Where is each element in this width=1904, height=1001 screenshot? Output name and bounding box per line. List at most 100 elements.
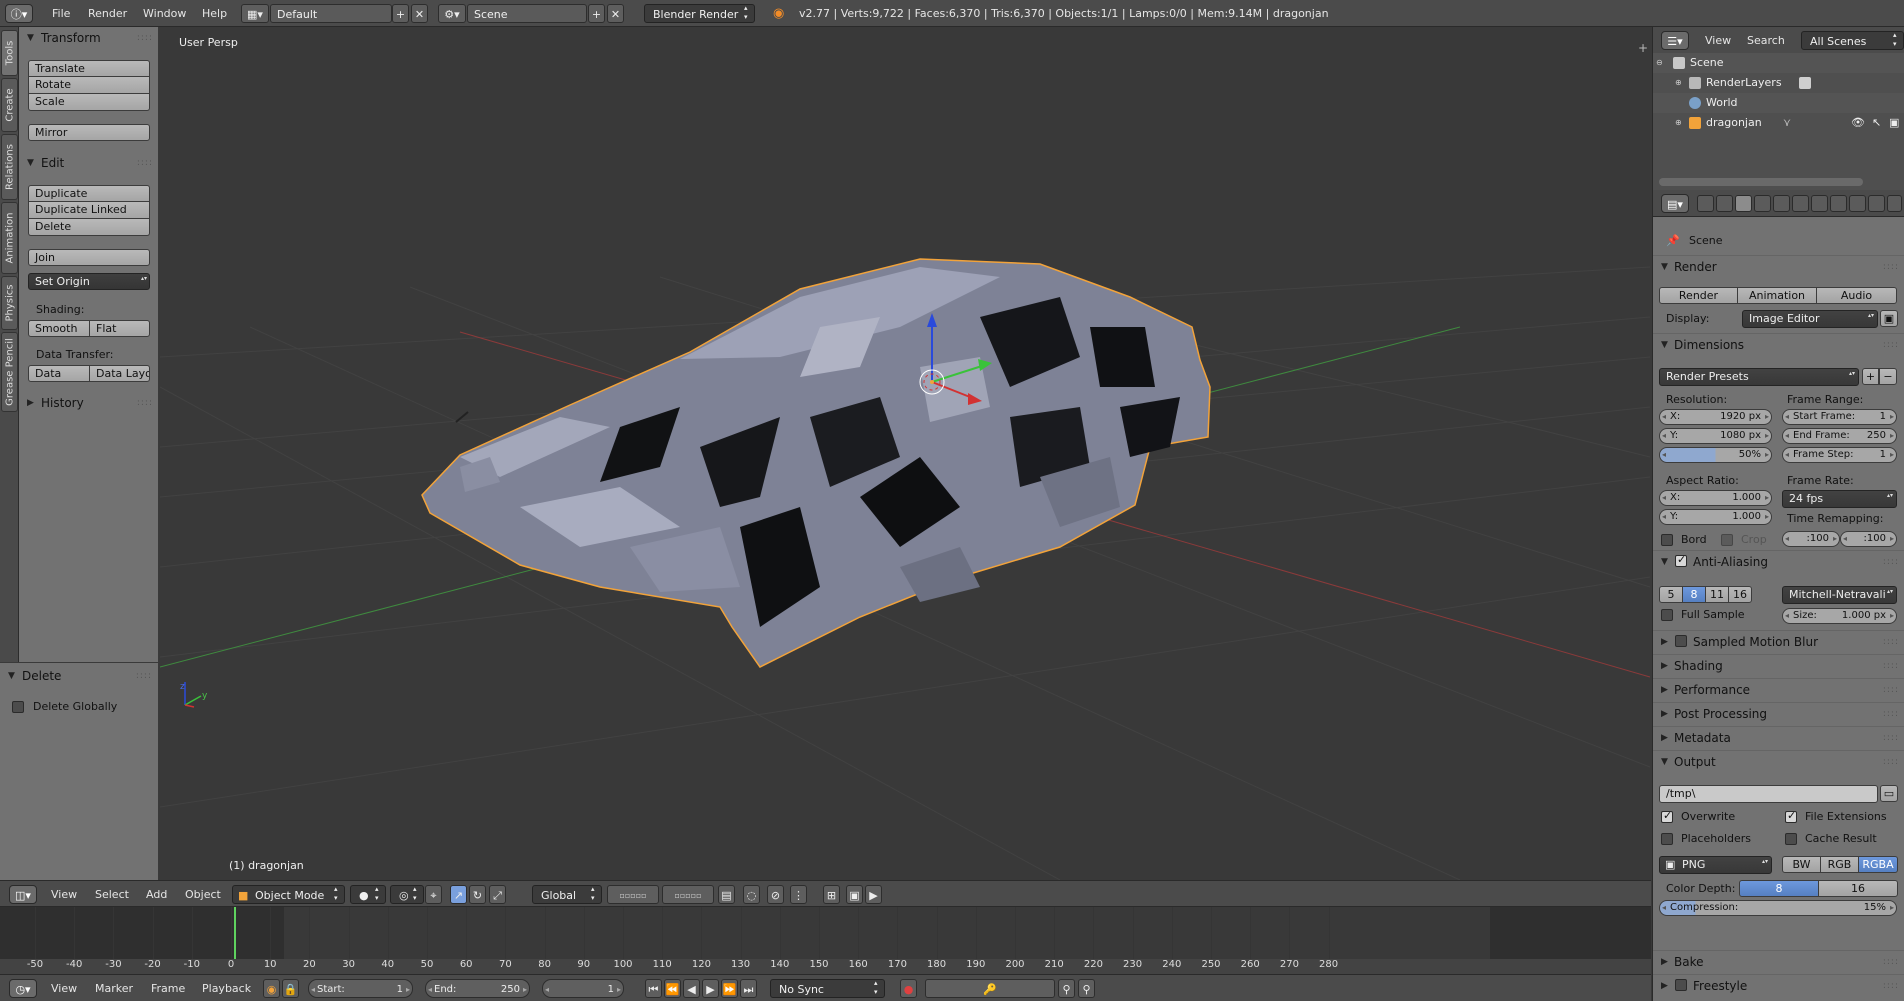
- delete-keyframe-icon[interactable]: ⚲: [1078, 979, 1095, 998]
- layers-2-grid[interactable]: ▫▫▫▫▫: [662, 885, 714, 904]
- anti-aliasing-checkbox[interactable]: ✓: [1675, 553, 1687, 567]
- transform-orientation-dropdown[interactable]: Global: [532, 885, 602, 904]
- snap-target-icon[interactable]: ⊞: [823, 885, 840, 904]
- crop-checkbox[interactable]: [1721, 534, 1733, 546]
- lock-interface-icon[interactable]: ▣: [1880, 310, 1898, 327]
- menu-window[interactable]: Window: [137, 4, 192, 23]
- panel-render-header[interactable]: Render::::: [1653, 255, 1904, 278]
- panel-freestyle-header[interactable]: Freestyle::::: [1653, 974, 1904, 997]
- panel-edit-header[interactable]: Edit::::: [19, 153, 159, 173]
- aa-samples-16-button[interactable]: 16: [1728, 586, 1752, 603]
- data-layout-transfer-button[interactable]: Data Layo: [89, 365, 150, 382]
- current-frame-field[interactable]: 1: [542, 979, 624, 999]
- remove-preset-button[interactable]: −: [1879, 368, 1897, 385]
- panel-bake-header[interactable]: Bake::::: [1653, 950, 1904, 973]
- cache-result-checkbox[interactable]: [1785, 833, 1797, 845]
- add-preset-button[interactable]: +: [1862, 368, 1879, 385]
- frame-step-field[interactable]: Frame Step:1: [1782, 447, 1897, 463]
- screen-layout-field[interactable]: Default: [270, 4, 392, 23]
- render-presets-dropdown[interactable]: Render Presets: [1659, 368, 1859, 386]
- panel-transform-header[interactable]: Transform::::: [19, 28, 159, 48]
- aa-filter-dropdown[interactable]: Mitchell-Netravali: [1782, 586, 1897, 604]
- constraints-context-icon[interactable]: [1792, 195, 1809, 212]
- menu-add[interactable]: Add: [140, 885, 173, 904]
- jump-keyframe-back-icon[interactable]: ⏪: [664, 979, 681, 998]
- color-mode-rgb-button[interactable]: RGB: [1820, 856, 1859, 873]
- current-frame-cursor[interactable]: [233, 907, 236, 959]
- outliner-row-scene[interactable]: ⊖ Scene: [1653, 53, 1904, 73]
- remove-scene-button[interactable]: ✕: [607, 4, 624, 23]
- sync-mode-dropdown[interactable]: No Sync: [770, 979, 885, 998]
- file-extensions-checkbox[interactable]: ✓: [1785, 809, 1797, 823]
- duplicate-button[interactable]: Duplicate: [28, 185, 150, 202]
- full-sample-checkbox[interactable]: [1661, 609, 1673, 621]
- remove-screen-button[interactable]: ✕: [411, 4, 428, 23]
- rotate-button[interactable]: Rotate: [28, 77, 150, 94]
- modifiers-context-icon[interactable]: [1811, 195, 1828, 212]
- keying-set-field[interactable]: 🔑: [925, 979, 1055, 998]
- jump-keyframe-forward-icon[interactable]: ⏩: [721, 979, 738, 998]
- smooth-shading-button[interactable]: Smooth: [28, 320, 90, 337]
- snap-element-icon[interactable]: ⋮: [790, 885, 807, 904]
- aa-filter-size-field[interactable]: Size:1.000 px: [1782, 608, 1897, 624]
- insert-keyframe-icon[interactable]: ⚲: [1058, 979, 1075, 998]
- pivot-point-dropdown[interactable]: ◎: [390, 885, 424, 904]
- tab-tools[interactable]: Tools: [1, 30, 18, 76]
- compression-slider[interactable]: Compression:15%: [1659, 900, 1897, 916]
- menu-playback[interactable]: Playback: [196, 979, 257, 998]
- preview-range-icon[interactable]: ◉: [263, 979, 280, 998]
- timeline[interactable]: -50 -40 -30 -20 -10 0 10 20 30 40 50 60 70 80 90 100 110…: [0, 907, 1651, 974]
- resolution-y-field[interactable]: Y:1080 px: [1659, 428, 1772, 444]
- flat-shading-button[interactable]: Flat: [89, 320, 150, 337]
- menu-marker[interactable]: Marker: [89, 979, 139, 998]
- panel-sampled-motion-blur-header[interactable]: Sampled Motion Blur::::: [1653, 630, 1904, 653]
- proportional-edit-icon[interactable]: ◌: [743, 885, 760, 904]
- tab-grease-pencil[interactable]: Grease Pencil: [1, 332, 18, 412]
- material-context-icon[interactable]: [1849, 195, 1866, 212]
- outliner-row-renderlayers[interactable]: ⊕ RenderLayers: [1653, 73, 1904, 93]
- tab-create[interactable]: Create: [1, 78, 18, 132]
- output-path-field[interactable]: /tmp\: [1659, 785, 1878, 803]
- aa-samples-11-button[interactable]: 11: [1705, 586, 1729, 603]
- resolution-x-field[interactable]: X:1920 px: [1659, 409, 1772, 425]
- render-engine-dropdown[interactable]: Blender Render: [644, 4, 755, 23]
- render-display-dropdown[interactable]: Image Editor: [1742, 310, 1878, 328]
- record-keyframe-icon[interactable]: ●: [900, 979, 917, 998]
- properties-region-toggle[interactable]: +: [1638, 41, 1648, 55]
- visibility-eye-icon[interactable]: 👁: [1851, 113, 1865, 133]
- mode-dropdown[interactable]: ■ Object Mode: [232, 885, 345, 904]
- jump-start-icon[interactable]: ⏮: [645, 979, 662, 998]
- menu-help[interactable]: Help: [196, 4, 233, 23]
- mirror-button[interactable]: Mirror: [28, 124, 150, 141]
- render-image-button[interactable]: Render: [1659, 287, 1738, 304]
- duplicate-linked-button[interactable]: Duplicate Linked: [28, 202, 150, 219]
- color-depth-8-button[interactable]: 8: [1739, 880, 1819, 897]
- menu-object[interactable]: Object: [179, 885, 227, 904]
- tab-relations[interactable]: Relations: [1, 134, 18, 200]
- menu-outliner-search[interactable]: Search: [1741, 31, 1791, 50]
- texture-context-icon[interactable]: [1868, 195, 1885, 212]
- pin-icon[interactable]: 📌: [1666, 234, 1680, 247]
- renderability-camera-icon[interactable]: ▣: [1889, 113, 1899, 133]
- translate-manipulator-icon[interactable]: ↗: [450, 885, 467, 904]
- end-frame-field-props[interactable]: End Frame:250: [1782, 428, 1897, 444]
- opengl-render-animation-icon[interactable]: ▶: [865, 885, 882, 904]
- file-format-dropdown[interactable]: ▣ PNG: [1659, 856, 1772, 874]
- outliner-row-dragonjan[interactable]: ⊕ dragonjan ⋎ 👁 ↖ ▣: [1653, 113, 1904, 133]
- start-frame-field[interactable]: Start:1: [308, 979, 413, 999]
- menu-view[interactable]: View: [45, 885, 83, 904]
- editor-type-outliner-button[interactable]: ☰▾: [1661, 31, 1689, 50]
- delete-button[interactable]: Delete: [28, 219, 150, 236]
- panel-shading-header[interactable]: Shading::::: [1653, 654, 1904, 677]
- color-mode-rgba-button[interactable]: RGBA: [1858, 856, 1898, 873]
- lock-time-cursor-icon[interactable]: 🔒: [282, 979, 299, 998]
- aa-samples-8-button[interactable]: 8: [1682, 586, 1706, 603]
- menu-select[interactable]: Select: [89, 885, 135, 904]
- data-transfer-button[interactable]: Data: [28, 365, 90, 382]
- selectability-cursor-icon[interactable]: ↖: [1872, 113, 1881, 133]
- color-depth-16-button[interactable]: 16: [1818, 880, 1898, 897]
- time-remap-old-field[interactable]: :100: [1782, 531, 1840, 547]
- render-layers-context-icon[interactable]: [1716, 195, 1733, 212]
- aspect-x-field[interactable]: X:1.000: [1659, 490, 1772, 506]
- add-scene-button[interactable]: +: [588, 4, 605, 23]
